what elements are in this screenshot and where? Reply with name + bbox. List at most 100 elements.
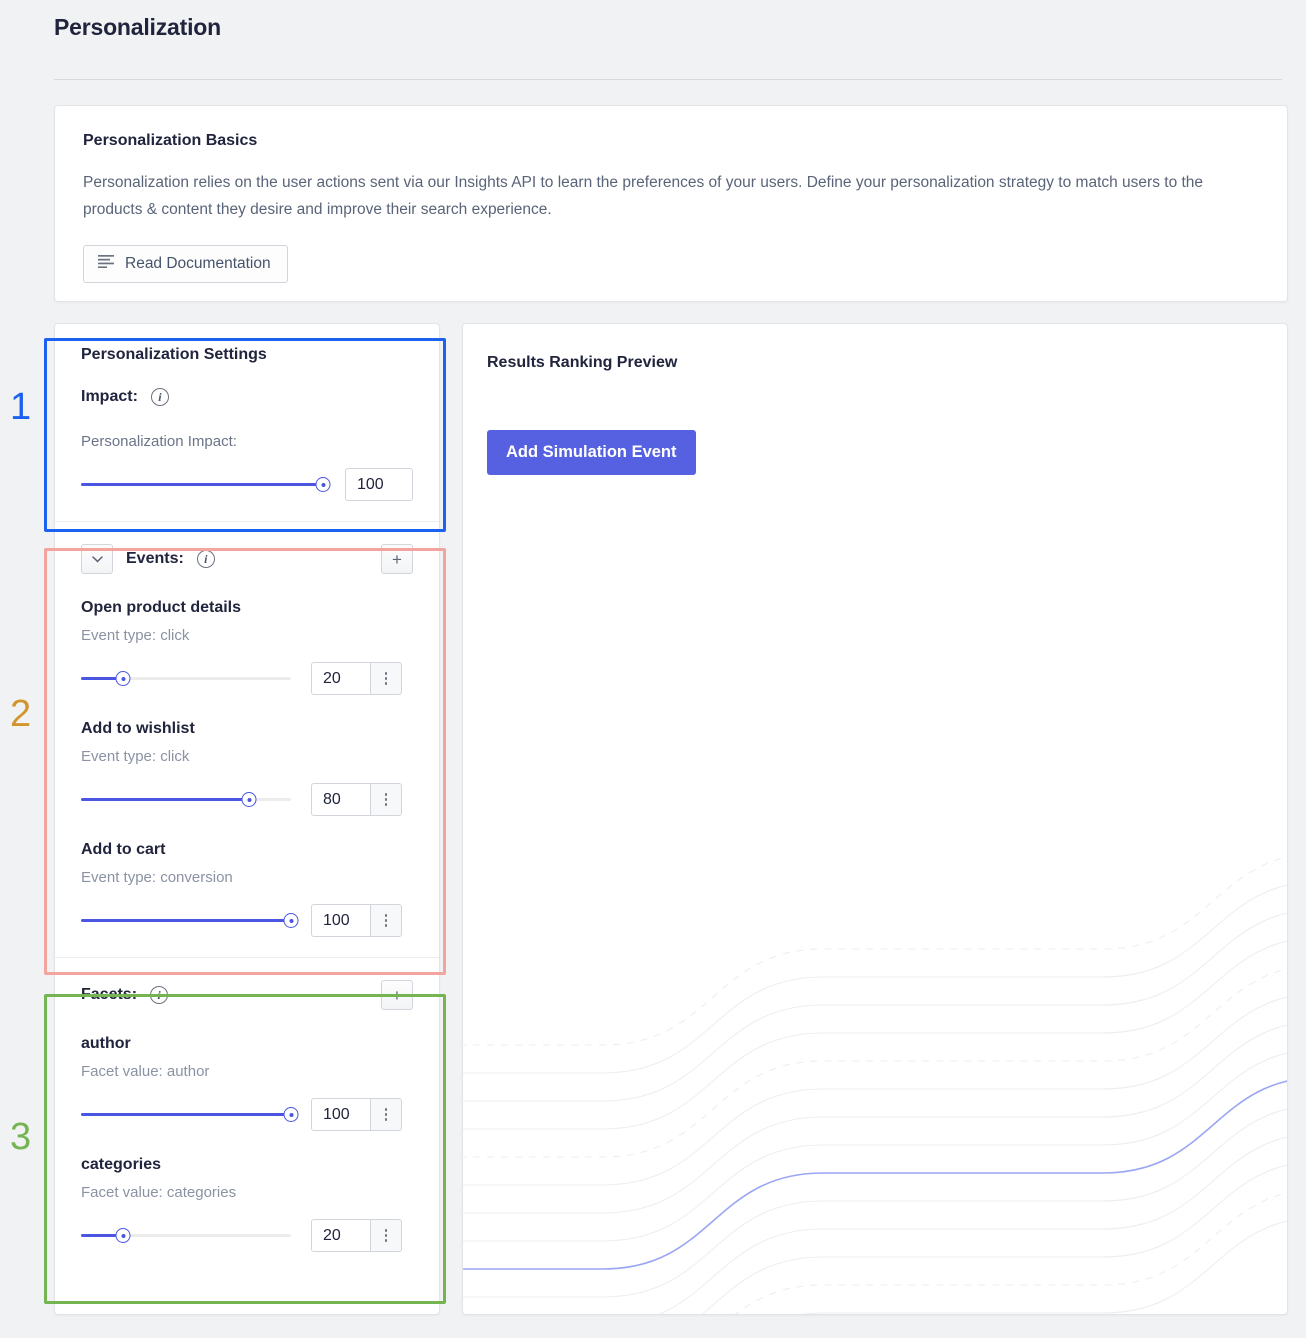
decorative-curve: [463, 1024, 1287, 1214]
facets-section: Facets: i + author Facet value: author 100…: [55, 957, 439, 1272]
decorative-curve: [463, 1080, 1287, 1270]
personalization-settings-panel: Personalization Settings Impact: i Perso…: [54, 323, 440, 1315]
personalization-basics-card: Personalization Basics Personalization r…: [54, 105, 1288, 302]
list-item-name: categories: [81, 1156, 162, 1173]
info-icon[interactable]: i: [150, 986, 169, 1004]
events-header: Events: i +: [81, 544, 413, 574]
value-input[interactable]: 100: [311, 1098, 371, 1131]
list-item-slider-row: 80: [81, 783, 413, 816]
value-slider[interactable]: [81, 790, 291, 810]
list-item-subtitle: Event type: conversion: [81, 869, 233, 886]
decorative-curve: [463, 996, 1287, 1186]
decorative-curve: [463, 884, 1287, 1074]
events-list: Open product details Event type: click 20 A…: [81, 599, 413, 937]
basics-title: Personalization Basics: [83, 132, 258, 149]
slider-thumb[interactable]: [283, 913, 299, 928]
slider-thumb[interactable]: [115, 1228, 131, 1243]
value-slider[interactable]: [81, 1226, 291, 1246]
decorative-curve: [463, 912, 1287, 1102]
decorative-curve: [701, 1164, 1287, 1314]
decorative-curve: [801, 1220, 1287, 1314]
value-input[interactable]: 100: [311, 904, 371, 937]
decorative-curve: [463, 940, 1287, 1130]
slider-thumb[interactable]: [315, 477, 331, 492]
annotation-number-1: 1: [10, 386, 32, 428]
results-ranking-preview-panel: Results Ranking Preview Add Simulation E…: [462, 323, 1288, 1315]
annotation-number-3: 3: [10, 1116, 32, 1158]
list-item: Add to wishlist Event type: click 80: [81, 720, 413, 816]
list-item-name: author: [81, 1035, 131, 1052]
decorative-curve: [658, 1136, 1287, 1314]
read-documentation-button[interactable]: Read Documentation: [83, 245, 288, 284]
impact-value-input[interactable]: 100: [345, 468, 413, 501]
impact-slider-row: 100: [81, 468, 413, 501]
value-input[interactable]: 80: [311, 783, 371, 816]
kebab-menu-icon[interactable]: [371, 662, 402, 695]
value-slider[interactable]: [81, 911, 299, 931]
value-slider[interactable]: [81, 1105, 299, 1125]
read-documentation-label: Read Documentation: [125, 255, 271, 273]
personalization-impact-label: Personalization Impact:: [81, 433, 237, 450]
slider-fill: [81, 919, 291, 922]
facets-header: Facets: i +: [81, 980, 413, 1010]
slider-fill: [81, 1113, 291, 1116]
list-item-subtitle: Facet value: author: [81, 1063, 210, 1080]
decorative-curve: [463, 1108, 1287, 1298]
list-item-subtitle: Facet value: categories: [81, 1184, 237, 1201]
list-item: Add to cart Event type: conversion 100: [81, 841, 413, 937]
impact-label: Impact:: [81, 388, 138, 405]
settings-section: Personalization Settings Impact: i Perso…: [55, 324, 439, 521]
slider-thumb[interactable]: [241, 792, 257, 807]
document-lines-icon: [98, 255, 114, 273]
add-simulation-event-button[interactable]: Add Simulation Event: [487, 430, 696, 475]
list-item: author Facet value: author 100: [81, 1035, 413, 1131]
plus-icon: +: [392, 549, 402, 569]
list-item-slider-row: 20: [81, 1219, 413, 1252]
decorative-curve: [463, 968, 1287, 1158]
basics-description: Personalization relies on the user actio…: [83, 174, 1204, 218]
list-item-slider-row: 20: [81, 662, 413, 695]
header-divider: [54, 79, 1282, 80]
page-header: Personalization: [0, 0, 1306, 41]
value-input[interactable]: 20: [311, 1219, 371, 1252]
value-input[interactable]: 20: [311, 662, 371, 695]
slider-thumb[interactable]: [115, 671, 131, 686]
settings-title: Personalization Settings: [81, 346, 267, 363]
annotation-number-2: 2: [10, 693, 32, 735]
impact-slider[interactable]: [81, 475, 331, 495]
facets-title: Facets:: [81, 986, 138, 1003]
events-section: Events: i + Open product details Event ty…: [55, 521, 439, 957]
impact-label-row: Impact: i: [81, 388, 413, 406]
list-item-name: Add to wishlist: [81, 720, 195, 737]
decorative-curve: [735, 1192, 1287, 1314]
kebab-menu-icon[interactable]: [371, 1098, 402, 1131]
slider-fill: [81, 483, 323, 486]
list-item: categories Facet value: categories 20: [81, 1156, 413, 1252]
list-item-subtitle: Event type: click: [81, 627, 190, 644]
decorative-curve: [463, 1052, 1287, 1242]
value-slider[interactable]: [81, 669, 291, 689]
slider-thumb[interactable]: [283, 1107, 299, 1122]
decorative-curve: [463, 856, 1287, 1046]
info-icon[interactable]: i: [150, 388, 169, 406]
list-item-slider-row: 100: [81, 1098, 413, 1131]
list-item-name: Add to cart: [81, 841, 166, 858]
preview-title: Results Ranking Preview: [487, 354, 678, 371]
list-item-subtitle: Event type: click: [81, 748, 190, 765]
list-item-name: Open product details: [81, 599, 242, 616]
chevron-down-icon: [91, 555, 103, 562]
page-title: Personalization: [54, 14, 221, 40]
events-title: Events:: [126, 550, 184, 567]
plus-icon: +: [392, 985, 402, 1005]
facets-list: author Facet value: author 100 categories Fa…: [81, 1035, 413, 1252]
add-facet-button[interactable]: +: [381, 980, 413, 1010]
list-item: Open product details Event type: click 20: [81, 599, 413, 695]
kebab-menu-icon[interactable]: [371, 904, 402, 937]
kebab-menu-icon[interactable]: [371, 1219, 402, 1252]
list-item-slider-row: 100: [81, 904, 413, 937]
kebab-menu-icon[interactable]: [371, 783, 402, 816]
add-event-button[interactable]: +: [381, 544, 413, 574]
info-icon[interactable]: i: [196, 550, 215, 568]
events-collapse-button[interactable]: [81, 544, 113, 574]
slider-fill: [81, 798, 249, 801]
